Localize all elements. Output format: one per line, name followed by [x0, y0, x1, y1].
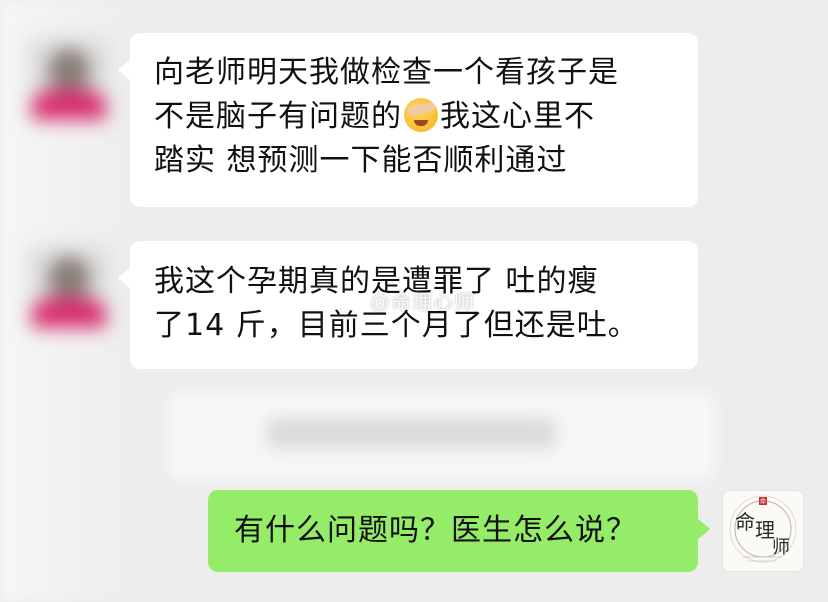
chat-area: 向老师明天我做检查一个看孩子是 不是脑子有问题的 我这心里不 踏实 想预测一下能否… — [0, 0, 828, 602]
svg-text:命: 命 — [760, 498, 766, 506]
message-text-line: 有什么问题吗？医生怎么说？ — [234, 513, 637, 548]
avatar-head — [48, 48, 90, 94]
contact-avatar[interactable] — [28, 246, 110, 328]
svg-text:命: 命 — [735, 510, 755, 534]
message-bubble-outgoing[interactable]: 有什么问题吗？医生怎么说？ — [208, 490, 710, 572]
message-bubble-incoming[interactable]: 向老师明天我做检查一个看孩子是 不是脑子有问题的 我这心里不 踏实 想预测一下能否… — [118, 33, 698, 207]
user-avatar-logo[interactable]: 命 命 理 师 — [722, 490, 804, 572]
message-text-line: 不是脑子有问题的 我这心里不 — [154, 98, 595, 134]
message-text-line: 向老师明天我做检查一个看孩子是 — [154, 55, 619, 90]
face-palm-emoji-icon — [404, 98, 438, 132]
calligraphy-logo-icon: 命 命 理 师 — [729, 495, 797, 563]
message-text-line: 踏实 想预测一下能否顺利通过 — [154, 143, 568, 178]
svg-text:师: 师 — [772, 537, 790, 558]
avatar-head — [48, 256, 90, 302]
avatar-body — [32, 90, 106, 120]
blurred-message-text — [266, 418, 556, 448]
weibo-icon — [344, 293, 366, 311]
watermark: @命理心师 — [344, 286, 475, 315]
contact-avatar[interactable] — [28, 38, 110, 120]
avatar-body — [32, 298, 106, 328]
